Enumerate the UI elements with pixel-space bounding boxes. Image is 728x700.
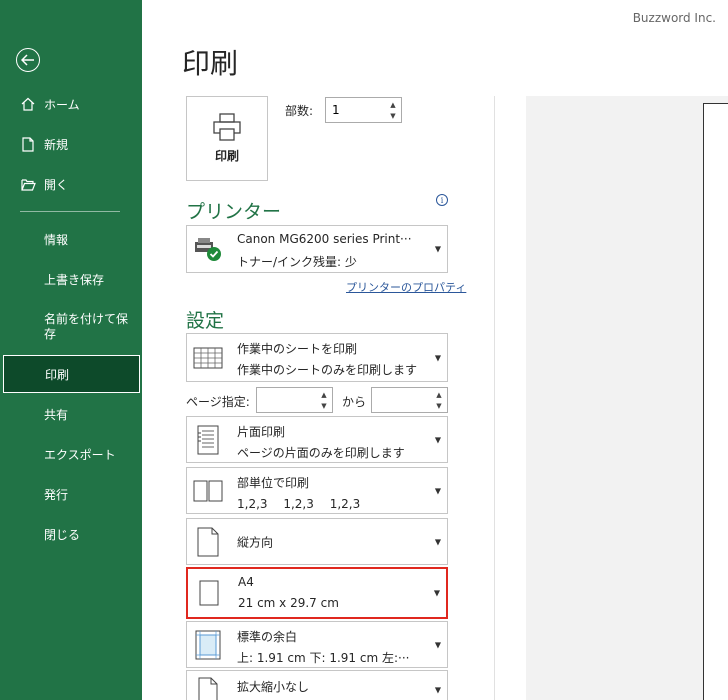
paper-size-dropdown[interactable]: A4 21 cm x 29.7 cm ▼ [186, 567, 448, 619]
dropdown-arrow-icon: ▼ [434, 640, 441, 649]
print-button[interactable]: 印刷 [186, 96, 268, 181]
back-button[interactable] [16, 48, 40, 72]
print-what-desc: 作業中のシートのみを印刷します [237, 363, 418, 377]
collate-title: 部単位で印刷 [237, 476, 310, 490]
margins-desc: 上: 1.91 cm 下: 1.91 cm 左:··· [237, 651, 410, 665]
pages-from-spin-buttons[interactable]: ▲ ▼ [317, 389, 331, 411]
nav-home-label: ホーム [44, 97, 80, 112]
nav-save-as[interactable]: 名前を付けて保存 [0, 308, 142, 352]
new-document-icon [20, 136, 36, 152]
pages-from-input[interactable] [257, 388, 317, 412]
spin-up-icon[interactable]: ▲ [317, 389, 331, 400]
nav-open[interactable]: 開く [0, 166, 142, 202]
copies-label: 部数: [285, 104, 314, 118]
dropdown-arrow-icon: ▼ [433, 588, 440, 598]
nav-close[interactable]: 閉じる [0, 516, 142, 552]
printer-section-title: プリンター [186, 201, 282, 223]
nav-save-label: 上書き保存 [44, 272, 105, 287]
folder-open-icon [20, 176, 36, 192]
paper-size-title: A4 [238, 575, 254, 589]
paper-size-desc: 21 cm x 29.7 cm [238, 596, 339, 610]
scaling-title: 拡大縮小なし [237, 680, 310, 694]
nav-close-label: 閉じる [44, 527, 81, 542]
nav-info[interactable]: 情報 [0, 221, 142, 257]
pages-to-spinbox[interactable]: ▲ ▼ [371, 387, 448, 413]
panel-divider [494, 96, 495, 700]
printer-dropdown[interactable]: Canon MG6200 series Print··· トナー/インク残量: … [186, 225, 448, 273]
sides-desc: ページの片面のみを印刷します [237, 446, 405, 460]
pages-to-label: から [342, 395, 367, 409]
nav-save[interactable]: 上書き保存 [0, 261, 142, 297]
orientation-dropdown[interactable]: 縦方向 ▼ [186, 518, 448, 565]
nav-divider [20, 211, 120, 212]
margins-dropdown[interactable]: 標準の余白 上: 1.91 cm 下: 1.91 cm 左:··· ▼ [186, 621, 448, 668]
one-sided-page-icon [193, 424, 223, 456]
print-button-label: 印刷 [214, 149, 239, 163]
collate-desc: 1,2,3 1,2,3 1,2,3 [237, 497, 361, 511]
nav-save-as-label: 名前を付けて保存 [44, 312, 129, 341]
margins-icon [193, 629, 223, 661]
dropdown-arrow-icon: ▼ [434, 537, 441, 546]
sides-title: 片面印刷 [237, 425, 286, 439]
pages-label: ページ指定: [186, 395, 250, 409]
spin-down-icon[interactable]: ▼ [317, 400, 331, 411]
nav-new[interactable]: 新規 [0, 126, 142, 162]
dropdown-arrow-icon: ▼ [434, 435, 441, 444]
nav-publish-label: 発行 [44, 487, 69, 502]
nav-export[interactable]: エクスポート [0, 436, 142, 472]
margins-title: 標準の余白 [237, 630, 298, 644]
dropdown-arrow-icon: ▼ [434, 244, 441, 254]
page-title: 印刷 [182, 47, 239, 80]
copies-spin-buttons[interactable]: ▲ ▼ [386, 99, 400, 121]
copies-input[interactable] [326, 98, 386, 122]
spin-up-icon[interactable]: ▲ [386, 99, 400, 110]
printer-properties-link[interactable]: プリンターのプロパティ [346, 279, 466, 295]
spin-up-icon[interactable]: ▲ [432, 389, 446, 400]
print-what-title: 作業中のシートを印刷 [237, 342, 358, 356]
settings-section-title: 設定 [186, 310, 225, 332]
backstage-sidebar: ホーム 新規 開く 情報 上書き保存 名前を付けて保存 印刷 共有 エクスポート… [0, 0, 142, 700]
nav-home[interactable]: ホーム [0, 86, 142, 122]
printer-ready-icon [193, 233, 223, 265]
copies-spinbox[interactable]: ▲ ▼ [325, 97, 402, 123]
nav-open-label: 開く [44, 177, 69, 192]
pages-to-spin-buttons[interactable]: ▲ ▼ [432, 389, 446, 411]
dropdown-arrow-icon: ▼ [434, 486, 441, 495]
dropdown-arrow-icon: ▼ [434, 685, 441, 695]
home-icon [20, 96, 36, 112]
arrow-left-icon [21, 54, 34, 66]
collated-pages-icon [193, 475, 223, 507]
nav-new-label: 新規 [44, 137, 69, 152]
spin-down-icon[interactable]: ▼ [386, 110, 400, 121]
pages-from-spinbox[interactable]: ▲ ▼ [256, 387, 333, 413]
dropdown-arrow-icon: ▼ [434, 353, 441, 362]
printer-icon [213, 113, 241, 141]
scaling-dropdown[interactable]: 拡大縮小なし ▼ [186, 670, 448, 700]
portrait-page-icon [193, 526, 223, 558]
watermark: Buzzword Inc. [632, 11, 716, 25]
printer-name: Canon MG6200 series Print··· [237, 232, 412, 246]
print-what-dropdown[interactable]: 作業中のシートを印刷 作業中のシートのみを印刷します ▼ [186, 333, 448, 382]
nav-share-label: 共有 [44, 407, 69, 422]
nav-print-label: 印刷 [45, 367, 70, 382]
print-preview-page [703, 103, 728, 700]
nav-share[interactable]: 共有 [0, 396, 142, 432]
scaling-page-icon [193, 674, 223, 700]
collate-dropdown[interactable]: 部単位で印刷 1,2,3 1,2,3 1,2,3 ▼ [186, 467, 448, 514]
info-icon[interactable]: i [436, 194, 448, 206]
spin-down-icon[interactable]: ▼ [432, 400, 446, 411]
print-preview-area [526, 96, 728, 700]
orientation-title: 縦方向 [237, 535, 274, 549]
printer-status: トナー/インク残量: 少 [237, 255, 357, 269]
nav-info-label: 情報 [44, 232, 69, 247]
nav-publish[interactable]: 発行 [0, 476, 142, 512]
paper-size-icon [194, 577, 224, 609]
sides-dropdown[interactable]: 片面印刷 ページの片面のみを印刷します ▼ [186, 416, 448, 463]
sheet-grid-icon [193, 342, 223, 374]
pages-to-input[interactable] [372, 388, 432, 412]
nav-print[interactable]: 印刷 [3, 355, 140, 393]
nav-export-label: エクスポート [44, 447, 116, 462]
